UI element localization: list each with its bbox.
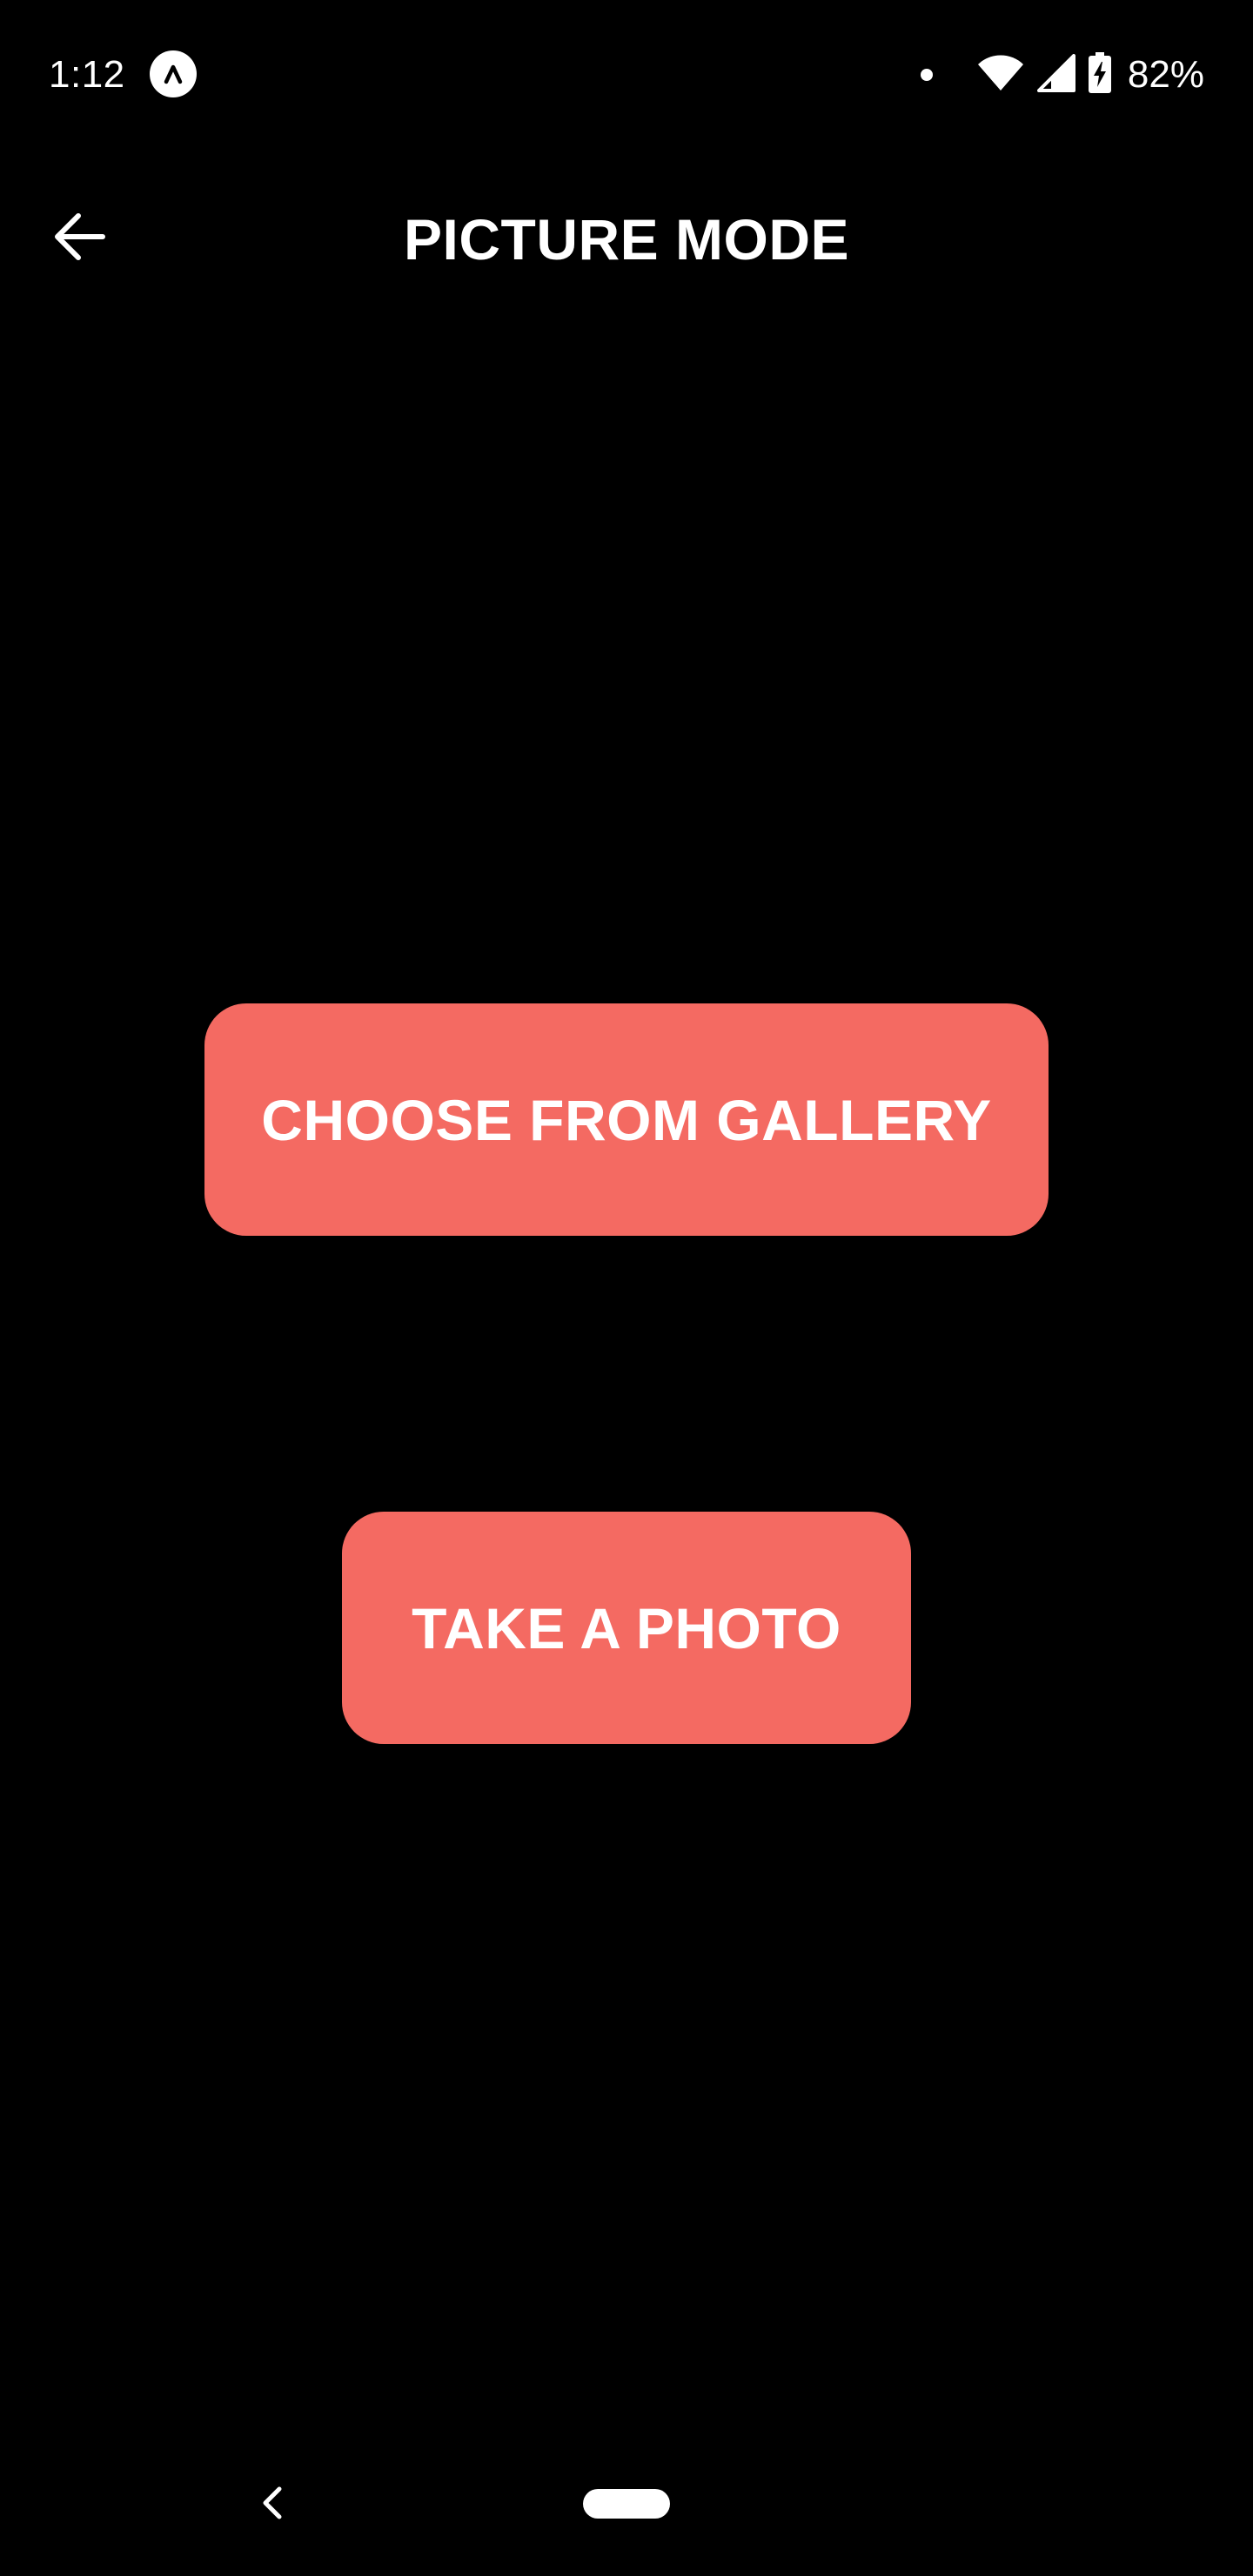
status-icons: 82% [920,50,1204,99]
page-title: PICTURE MODE [403,207,850,272]
battery-charging-icon [1088,51,1112,98]
choose-from-gallery-label: CHOOSE FROM GALLERY [261,1087,992,1152]
status-bar: 1:12 82% [0,0,1253,148]
home-pill-icon[interactable] [583,2489,670,2519]
expo-a-icon [150,50,197,97]
take-a-photo-label: TAKE A PHOTO [412,1595,841,1660]
status-time: 1:12 [49,53,125,96]
notification-dot-icon [920,69,933,81]
choose-from-gallery-button[interactable]: CHOOSE FROM GALLERY [204,1003,1049,1236]
nav-back-button[interactable] [245,2470,298,2539]
wifi-icon [976,54,1025,97]
top-app-bar: PICTURE MODE [0,165,1253,305]
take-a-photo-button[interactable]: TAKE A PHOTO [342,1512,911,1744]
battery-percent: 82% [1127,53,1204,96]
cell-signal-icon [1036,53,1075,97]
chevron-left-icon [260,2485,283,2525]
